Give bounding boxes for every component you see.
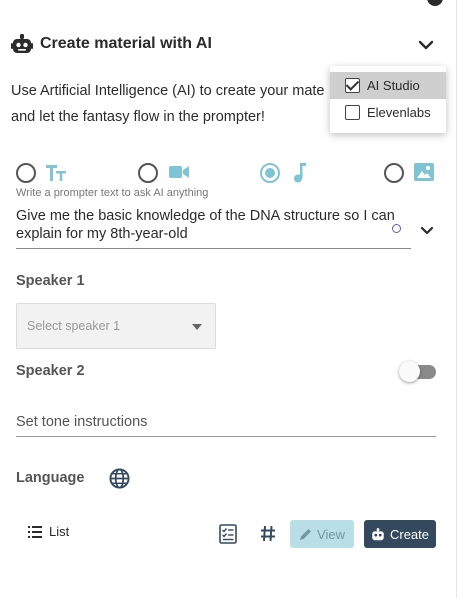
video-icon <box>169 166 189 178</box>
speaker1-placeholder: Select speaker 1 <box>27 319 121 333</box>
description-line: Use Artificial Intelligence (AI) to crea… <box>11 83 325 99</box>
language-label: Language <box>16 470 85 486</box>
provider-item-label: Elevenlabs <box>367 105 431 120</box>
list-button[interactable]: List <box>28 524 69 539</box>
create-button[interactable]: Create <box>364 520 436 548</box>
speaker2-toggle-knob[interactable] <box>399 361 420 382</box>
radio-video-mode[interactable] <box>138 163 158 183</box>
tone-input[interactable]: Set tone instructions <box>16 414 147 430</box>
provider-menu: AI Studio Elevenlabs <box>330 66 446 133</box>
radio-image-mode[interactable] <box>384 163 404 183</box>
provider-item-label: AI Studio <box>367 78 420 93</box>
robot-icon <box>372 527 384 540</box>
chevron-down-icon[interactable] <box>420 225 434 237</box>
robot-icon <box>11 34 33 53</box>
create-button-label: Create <box>389 526 430 542</box>
speaker1-label: Speaker 1 <box>16 273 85 289</box>
pencil-icon <box>300 528 312 540</box>
description-line: and let the fantasy flow in the prompter… <box>11 109 265 125</box>
hashtag-icon[interactable] <box>260 525 276 542</box>
checklist-icon[interactable] <box>219 524 237 544</box>
globe-icon[interactable] <box>109 468 130 489</box>
view-button-label: View <box>317 526 345 542</box>
list-button-label: List <box>49 524 70 539</box>
music-icon <box>294 163 306 183</box>
text-icon <box>46 165 66 181</box>
speaker1-select[interactable]: Select speaker 1 <box>16 303 216 349</box>
panel-edge <box>456 0 461 598</box>
speaker2-label: Speaker 2 <box>16 363 85 379</box>
top-indicator-icon <box>427 0 443 6</box>
view-button[interactable]: View <box>290 520 354 548</box>
prompt-underline <box>16 248 411 249</box>
prompt-hint: Write a prompter text to ask AI anything <box>16 187 209 199</box>
prompt-input[interactable]: Give me the basic knowledge of the DNA s… <box>16 207 411 243</box>
ai-assist-icon[interactable] <box>392 224 401 233</box>
image-icon <box>414 163 434 181</box>
chevron-down-icon[interactable] <box>418 38 434 52</box>
caret-down-icon <box>192 324 202 330</box>
radio-text-mode[interactable] <box>16 163 36 183</box>
checkbox-checked-icon[interactable] <box>345 78 360 93</box>
panel-description: Use Artificial Intelligence (AI) to crea… <box>11 78 341 130</box>
provider-item-ai-studio[interactable]: AI Studio <box>330 72 446 99</box>
checkbox-empty-icon[interactable] <box>345 105 360 120</box>
tone-underline <box>16 436 436 437</box>
radio-music-mode[interactable] <box>260 163 280 183</box>
panel-title: Create material with AI <box>40 35 212 52</box>
list-icon <box>28 525 42 538</box>
provider-item-elevenlabs[interactable]: Elevenlabs <box>330 99 446 126</box>
